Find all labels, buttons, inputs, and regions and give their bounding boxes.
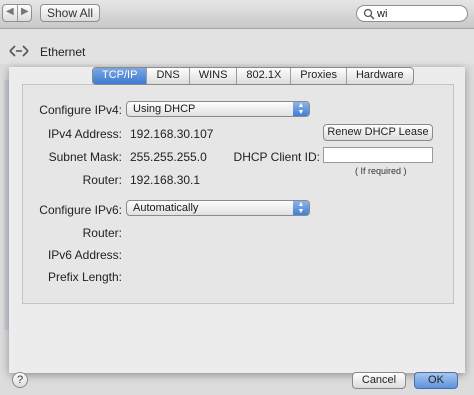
ipv6-address-label: IPv6 Address: [47, 248, 122, 262]
ipv4-address-value: 192.168.30.107 [130, 127, 214, 141]
dhcp-client-id-field[interactable] [323, 147, 433, 163]
configure-ipv4-select[interactable]: Using DHCP ▲ ▼ [126, 101, 310, 117]
help-button[interactable]: ? [12, 372, 28, 388]
tab-wins[interactable]: WINS [190, 68, 238, 84]
ipv4-address-label: IPv4 Address: [47, 127, 122, 141]
router-value: 192.168.30.1 [130, 173, 201, 187]
client-id-hint: ( If required ) [355, 166, 407, 176]
tab-bar: TCP/IP DNS WINS 802.1X Proxies Hardware [92, 67, 414, 85]
divider [17, 5, 18, 21]
configure-ipv6-select[interactable]: Automatically ▲ ▼ [126, 200, 310, 216]
chevron-updown-icon: ▲ ▼ [293, 201, 309, 215]
subnet-mask-value: 255.255.255.0 [130, 150, 207, 164]
chevron-updown-icon: ▲ ▼ [293, 102, 309, 116]
cancel-button[interactable]: Cancel [352, 372, 406, 389]
configure-ipv6-value: Automatically [133, 202, 199, 214]
search-icon [363, 8, 375, 20]
prefix-length-label: Prefix Length: [47, 270, 122, 284]
search-input[interactable]: wi [356, 5, 468, 22]
tab-tcpip[interactable]: TCP/IP [93, 68, 148, 84]
configure-ipv4-value: Using DHCP [133, 103, 196, 115]
service-title: Ethernet [40, 45, 86, 59]
renew-dhcp-lease-button[interactable]: Renew DHCP Lease [323, 124, 433, 141]
back-forward-control[interactable]: ◀ ▶ [2, 4, 32, 22]
ok-button[interactable]: OK [414, 372, 458, 389]
back-arrow-icon[interactable]: ◀ [6, 6, 14, 17]
show-all-button[interactable]: Show All [40, 4, 100, 22]
router-label: Router: [82, 173, 122, 187]
tab-hardware[interactable]: Hardware [347, 68, 413, 84]
tab-8021x[interactable]: 802.1X [237, 68, 292, 84]
ipv6-router-label: Router: [82, 226, 122, 240]
tab-dns[interactable]: DNS [147, 68, 190, 84]
forward-arrow-icon[interactable]: ▶ [21, 6, 29, 17]
configure-ipv4-label: Configure IPv4: [39, 103, 122, 117]
subnet-mask-label: Subnet Mask: [48, 150, 122, 164]
configure-ipv6-label: Configure IPv6: [39, 203, 122, 217]
window-toolbar: ◀ ▶ Show All wi [0, 0, 474, 29]
ethernet-icon [9, 45, 29, 57]
tab-proxies[interactable]: Proxies [291, 68, 347, 84]
dhcp-client-id-label: DHCP Client ID: [233, 150, 320, 164]
search-value: wi [377, 7, 388, 20]
